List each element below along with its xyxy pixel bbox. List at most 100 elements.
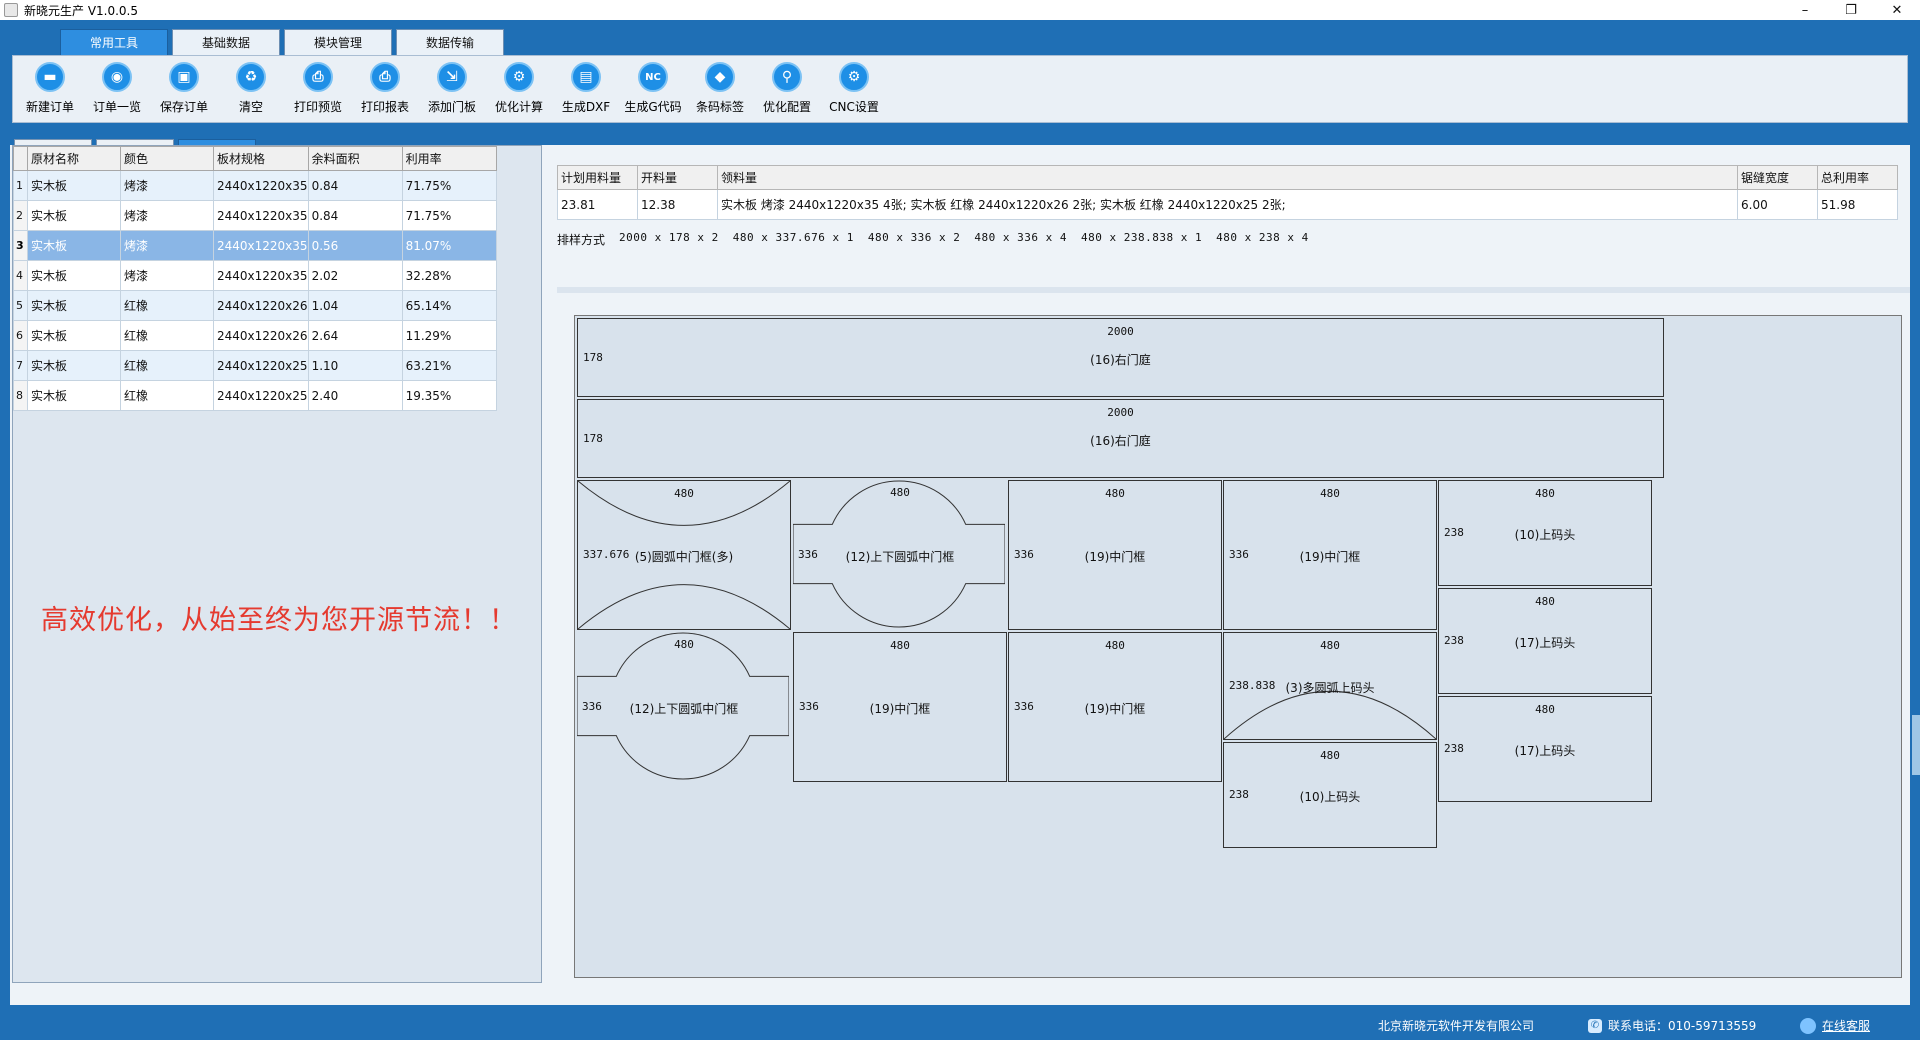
toolbar-button-label: 新建订单	[25, 100, 74, 114]
table-row[interactable]: 2 实木板 烤漆 2440x1220x35 0.84 71.75%	[13, 200, 497, 231]
toolbar-button[interactable]: ⚲ 优化配置	[756, 56, 818, 122]
table-cell: 实木板	[27, 230, 121, 261]
restore-button[interactable]: ❐	[1828, 0, 1874, 20]
table-row[interactable]: 4 实木板 烤漆 2440x1220x35 2.02 32.28%	[13, 260, 497, 291]
row-number: 6	[13, 320, 28, 351]
table-row[interactable]: 7 实木板 红橡 2440x1220x25 1.10 63.21%	[13, 350, 497, 381]
table-cell: 2440x1220x35	[213, 230, 309, 261]
tab-common-tools[interactable]: 常用工具	[60, 29, 168, 55]
cut-piece[interactable]: 480 238.838 (3)多圆弧上码头	[1223, 632, 1437, 740]
phone-info: ✆ 联系电话：010-59713559	[1588, 1017, 1756, 1034]
chat-icon	[1800, 1017, 1816, 1034]
table-cell: 2440x1220x25	[213, 380, 309, 411]
cut-piece[interactable]: 480 336 (19)中门框	[1008, 480, 1222, 630]
cut-piece[interactable]: 480 238 (17)上码头	[1438, 696, 1652, 802]
slogan-text: 高效优化，从始至终为您开源节流！！	[41, 605, 517, 636]
piece-name-label: (19)中门框	[1084, 550, 1146, 564]
cut-piece[interactable]: 480 336 (12)上下圆弧中门框	[577, 632, 791, 782]
cut-piece[interactable]: 2000 178 (16)右门庭	[577, 318, 1664, 397]
toolbar-button[interactable]: ⚙ 优化计算	[488, 56, 550, 122]
table-cell: 32.28%	[401, 260, 497, 291]
toolbar-button[interactable]: ⚙ CNC设置	[823, 56, 885, 122]
table-cell: 1.10	[307, 350, 403, 381]
table-cell: 实木板	[27, 290, 121, 321]
table-cell: 烤漆	[120, 200, 214, 231]
scrollbar-thumb[interactable]	[1912, 715, 1920, 775]
tab-module-management[interactable]: 模块管理	[284, 29, 392, 55]
toolbar-button-label: 保存订单	[159, 100, 208, 114]
cut-piece[interactable]: 480 337.676 (5)圆弧中门框(多)	[577, 480, 791, 630]
table-cell: 2440x1220x35	[213, 200, 309, 231]
table-row[interactable]: 5 实木板 红橡 2440x1220x26 1.04 65.14%	[13, 290, 497, 321]
material-list-panel: 原材名称 颜色 板材规格 余料面积 利用率 1 实木板 烤漆 2440x1220x35…	[12, 145, 542, 983]
toolbar-button[interactable]: ▣ 保存订单	[153, 56, 215, 122]
cut-piece[interactable]: 2000 178 (16)右门庭	[577, 399, 1664, 478]
toolbar-button[interactable]: NC 生成G代码	[622, 56, 684, 122]
column-header[interactable]: 开料量	[637, 165, 718, 190]
column-header[interactable]: 计划用料量	[557, 165, 638, 190]
table-cell: 0.84	[307, 170, 403, 201]
cut-piece[interactable]: 480 336 (19)中门框	[1223, 480, 1437, 630]
cut-piece[interactable]: 480 238 (10)上码头	[1438, 480, 1652, 586]
sort-method-item: 480 x 336 x 2	[867, 231, 961, 244]
phone-icon: ✆	[1588, 1018, 1602, 1033]
online-service-link[interactable]: 在线客服	[1800, 1017, 1870, 1034]
toolbar-button[interactable]: ▬ 新建订单	[19, 56, 81, 122]
row-number: 3	[13, 230, 28, 261]
status-bar: 北京新晓元软件开发有限公司 ✆ 联系电话：010-59713559 在线客服	[0, 1005, 1920, 1040]
tab-data-transfer[interactable]: 数据传输	[396, 29, 504, 55]
cut-piece[interactable]: 480 336 (12)上下圆弧中门框	[793, 480, 1007, 630]
column-header[interactable]: 原材名称	[27, 146, 121, 171]
minimize-button[interactable]: –	[1782, 0, 1828, 20]
column-header[interactable]: 利用率	[401, 146, 497, 171]
column-header[interactable]: 余料面积	[307, 146, 403, 171]
total-utilization-cell: 51.98	[1817, 189, 1898, 220]
table-cell: 2.02	[307, 260, 403, 291]
column-header[interactable]: 领料量	[717, 165, 1738, 190]
folder-icon: ▬	[35, 62, 65, 92]
column-header[interactable]: 总利用率	[1817, 165, 1898, 190]
print-preview-icon: ⎙	[303, 62, 333, 92]
table-row[interactable]: 1 实木板 烤漆 2440x1220x35 0.84 71.75%	[13, 170, 497, 201]
row-number: 8	[13, 380, 28, 411]
toolbar-button[interactable]: ⇲ 添加门板	[421, 56, 483, 122]
piece-width-label: 480	[890, 639, 910, 652]
table-cell: 烤漆	[120, 230, 214, 261]
tab-base-data[interactable]: 基础数据	[172, 29, 280, 55]
cut-piece[interactable]: 480 238 (17)上码头	[1438, 588, 1652, 694]
piece-name-label: (16)右门庭	[1090, 433, 1151, 448]
online-service-text: 在线客服	[1822, 1019, 1871, 1033]
toolbar: ▬ 新建订单 ◉ 订单一览 ▣ 保存订单 ♻ 清空 ⎙ 打印预览 ⎙ 打印报表 ⇲ 添加门板 ⚙ 优化计算 ▤ 生…	[12, 55, 1908, 123]
toolbar-button[interactable]: ⎙ 打印预览	[287, 56, 349, 122]
row-number-header	[13, 146, 28, 171]
planned-usage-cell: 23.81	[557, 189, 638, 220]
row-number: 4	[13, 260, 28, 291]
column-header[interactable]: 板材规格	[213, 146, 309, 171]
table-row[interactable]: 3 实木板 烤漆 2440x1220x35 0.56 81.07%	[13, 230, 497, 261]
cut-piece[interactable]: 480 336 (19)中门框	[1008, 632, 1222, 782]
table-cell: 2.64	[307, 320, 403, 351]
print-icon: ⎙	[370, 62, 400, 92]
column-header[interactable]: 锯缝宽度	[1737, 165, 1818, 190]
table-row[interactable]: 6 实木板 红橡 2440x1220x26 2.64 11.29%	[13, 320, 497, 351]
piece-name-label: (12)上下圆弧中门框	[629, 702, 739, 716]
table-cell: 11.29%	[401, 320, 497, 351]
summary-row[interactable]: 23.81 12.38 实木板 烤漆 2440x1220x35 4张; 实木板 …	[557, 189, 1898, 220]
piece-width-label: 480	[674, 638, 694, 651]
cut-piece[interactable]: 480 336 (19)中门框	[793, 632, 1007, 782]
table-cell: 实木板	[27, 320, 121, 351]
column-header[interactable]: 颜色	[120, 146, 214, 171]
table-cell: 2440x1220x35	[213, 170, 309, 201]
toolbar-button[interactable]: ⎙ 打印报表	[354, 56, 416, 122]
top-tab-bar: 常用工具 基础数据 模块管理 数据传输	[60, 29, 504, 55]
toolbar-button[interactable]: ▤ 生成DXF	[555, 56, 617, 122]
piece-width-label: 480	[1105, 639, 1125, 652]
close-button[interactable]: ✕	[1874, 0, 1920, 20]
table-row[interactable]: 8 实木板 红橡 2440x1220x25 2.40 19.35%	[13, 380, 497, 411]
table-cell: 65.14%	[401, 290, 497, 321]
toolbar-button[interactable]: ♻ 清空	[220, 56, 282, 122]
cut-piece[interactable]: 480 238 (10)上码头	[1223, 742, 1437, 848]
toolbar-button[interactable]: ◉ 订单一览	[86, 56, 148, 122]
cnc-gear-icon: ⚙	[839, 62, 869, 92]
toolbar-button[interactable]: ◆ 条码标签	[689, 56, 751, 122]
